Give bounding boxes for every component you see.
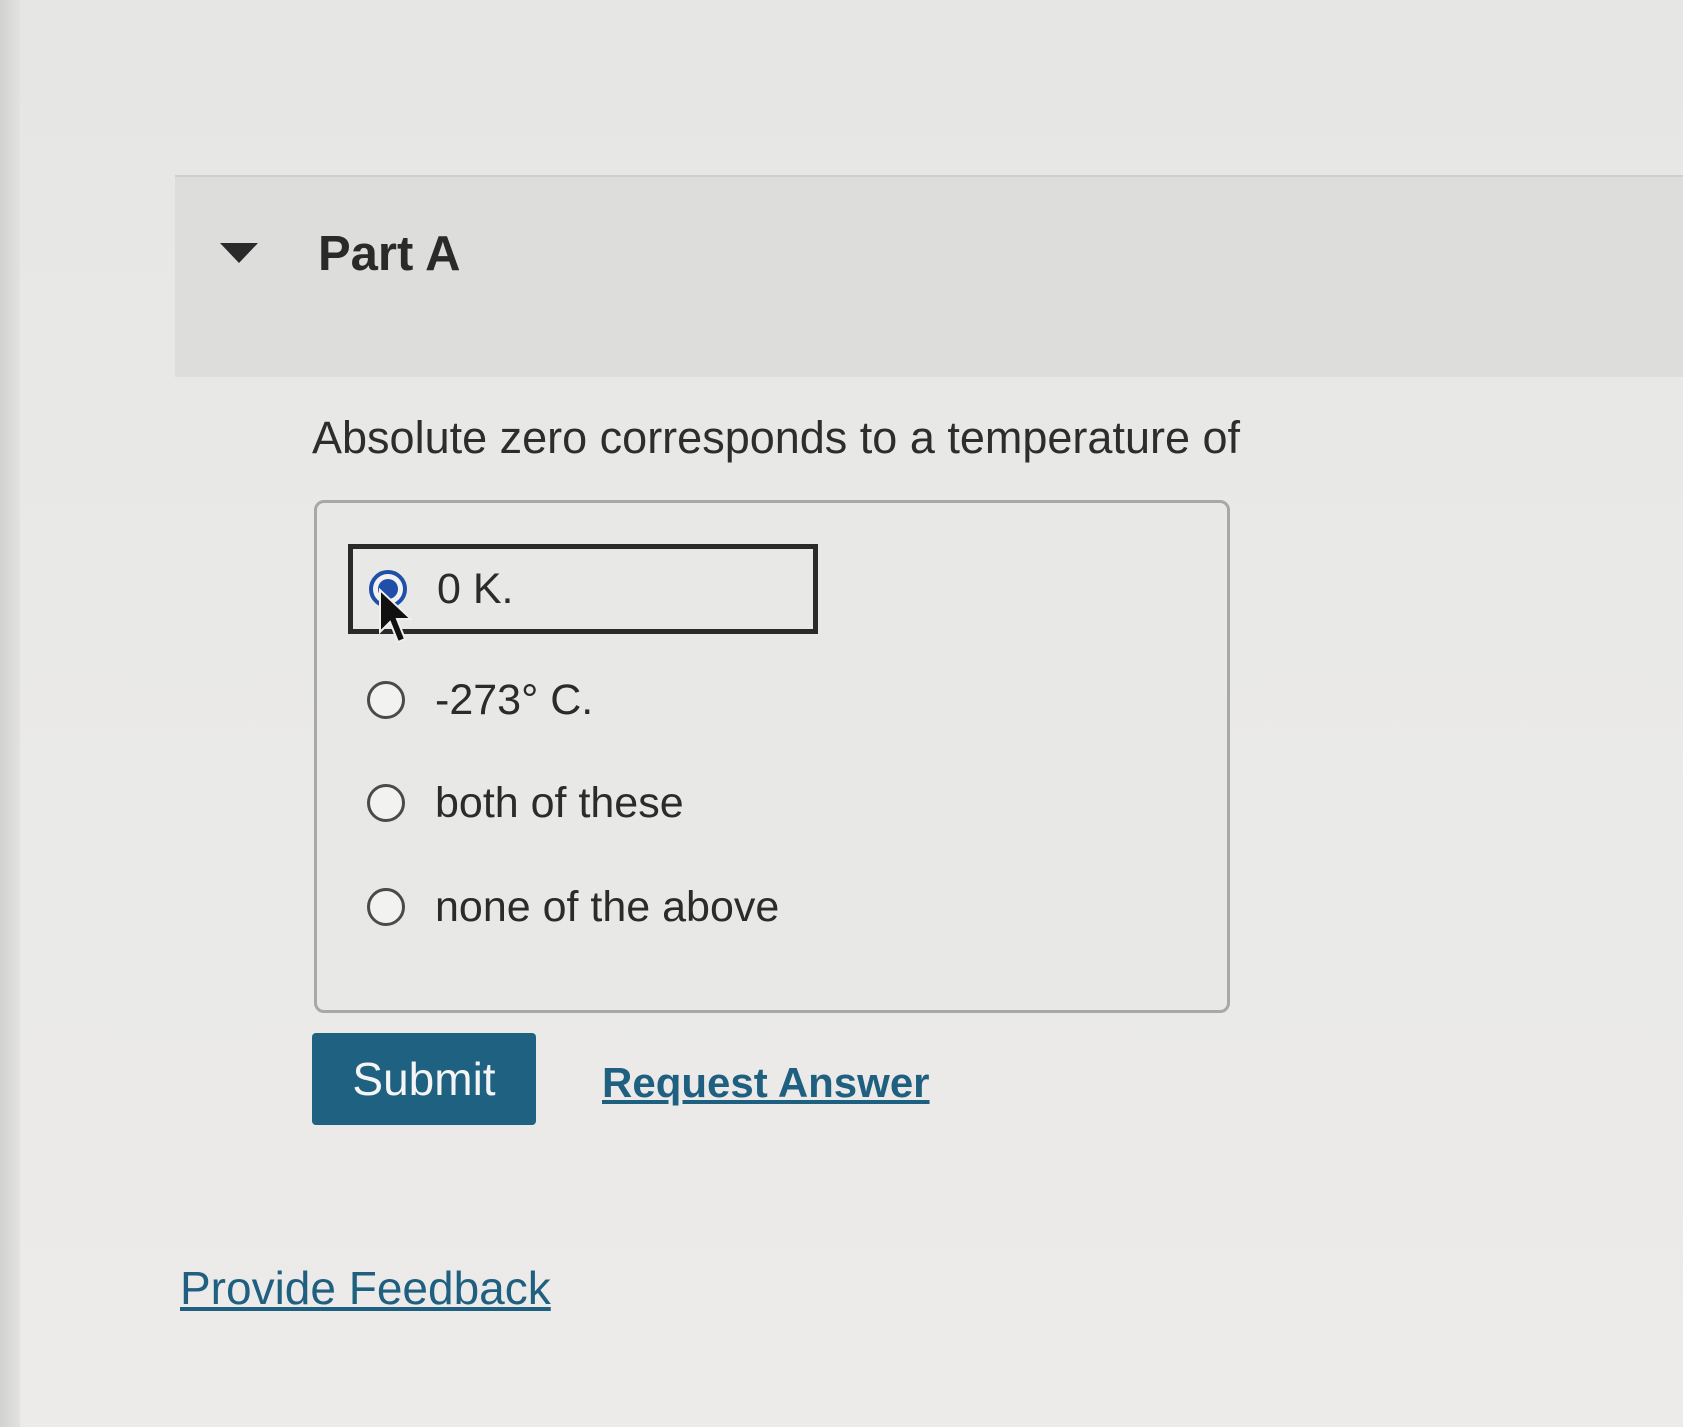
provide-feedback-link[interactable]: Provide Feedback: [180, 1265, 551, 1311]
option-label: 0 K.: [437, 564, 514, 613]
submit-button[interactable]: Submit: [312, 1033, 536, 1125]
mouse-pointer-icon: [379, 588, 414, 644]
page-edge: [0, 0, 20, 1427]
question-text: Absolute zero corresponds to a temperatu…: [312, 412, 1241, 463]
part-title: Part A: [318, 227, 461, 281]
collapse-triangle-icon[interactable]: [220, 243, 258, 263]
radio-button[interactable]: [367, 888, 405, 926]
option-minus-273c[interactable]: -273° C.: [355, 655, 593, 745]
option-0k[interactable]: 0 K.: [348, 544, 818, 634]
option-label: both of these: [435, 778, 684, 827]
option-label: -273° C.: [435, 675, 594, 724]
request-answer-link[interactable]: Request Answer: [602, 1062, 930, 1104]
option-label: none of the above: [435, 882, 780, 931]
option-both[interactable]: both of these: [355, 758, 684, 848]
radio-button[interactable]: [367, 681, 405, 719]
radio-button[interactable]: [367, 784, 405, 822]
option-none[interactable]: none of the above: [355, 862, 779, 952]
